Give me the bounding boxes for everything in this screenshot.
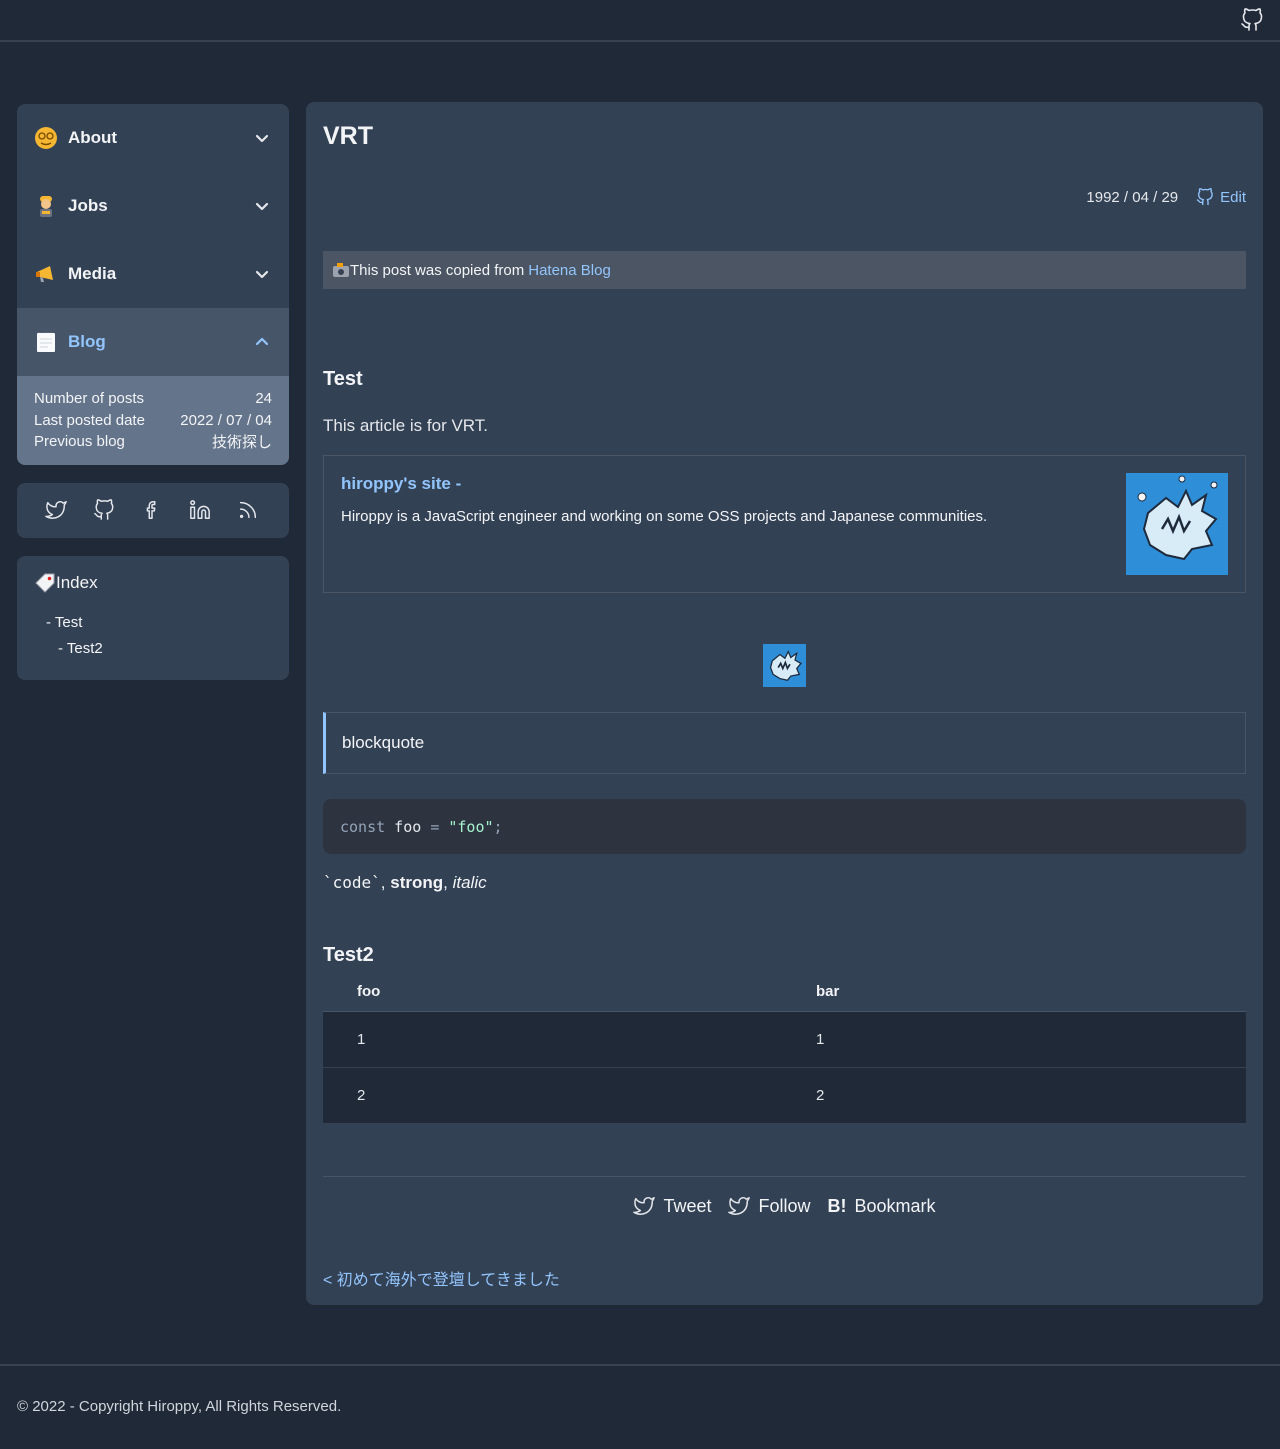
stat-value: 2022 / 07 / 04 <box>180 411 272 429</box>
bookmark-button[interactable]: B! Bookmark <box>828 1195 936 1217</box>
twitter-icon[interactable] <box>45 499 67 521</box>
index-title: Index <box>34 572 272 594</box>
notepad-icon <box>34 330 58 354</box>
hatena-blog-link[interactable]: Hatena Blog <box>528 262 611 279</box>
sidebar: About Jobs Media Blog Number of posts 24 <box>17 104 289 680</box>
strong-text: strong <box>390 873 444 892</box>
table-row: 2 2 <box>323 1068 1246 1124</box>
inline-formatting: `code`, strong, italic <box>323 873 487 893</box>
code-string: "foo" <box>448 817 494 836</box>
heading-test: Test <box>323 368 363 390</box>
link-card-description: Hiroppy is a JavaScript engineer and wor… <box>341 508 988 525</box>
sidebar-item-label: Media <box>68 264 117 283</box>
code-block: const foo = "foo"; <box>323 799 1246 854</box>
article-meta: 1992 / 04 / 29 Edit <box>1086 188 1246 206</box>
copied-notice: This post was copied from Hatena Blog <box>323 251 1246 289</box>
blockquote: blockquote <box>323 712 1246 774</box>
link-card-thumbnail <box>1126 473 1228 575</box>
blog-stats: Number of posts 24 Last posted date 2022 /… <box>17 376 289 465</box>
smiley-icon <box>34 126 58 150</box>
article: VRT 1992 / 04 / 29 Edit This post was co… <box>306 102 1263 1305</box>
article-paragraph: This article is for VRT. <box>323 416 489 435</box>
previous-post-link[interactable]: < 初めて海外で登壇してきました <box>323 1266 560 1290</box>
github-icon[interactable] <box>1240 8 1264 32</box>
divider <box>323 1176 1246 1177</box>
top-bar <box>0 0 1280 42</box>
separator: , <box>443 873 453 892</box>
column-header: foo <box>357 983 381 1000</box>
worker-icon <box>34 194 58 218</box>
table-cell: 1 <box>357 1031 366 1048</box>
separator: , <box>380 873 391 892</box>
index-item-test2[interactable]: - Test2 <box>34 636 272 662</box>
bookmark-label: Bookmark <box>854 1195 936 1216</box>
tweet-label: Tweet <box>663 1195 712 1216</box>
code-keyword: const <box>340 817 386 836</box>
inline-code: `code` <box>323 873 381 892</box>
camera-icon <box>333 263 349 277</box>
notice-text: This post was copied from <box>350 261 525 279</box>
stat-value[interactable]: 技術探し <box>212 431 272 452</box>
twitter-icon <box>728 1197 751 1215</box>
share-buttons: Tweet Follow B! Bookmark <box>306 1195 1263 1217</box>
github-icon <box>1196 188 1213 206</box>
footer-divider <box>0 1364 1280 1366</box>
facebook-icon[interactable] <box>141 499 163 521</box>
stat-label: Previous blog <box>34 433 125 451</box>
table-cell: 2 <box>816 1087 825 1104</box>
link-card-title[interactable]: hiroppy's site - <box>341 474 1228 494</box>
table-header: foo bar <box>323 972 1246 1012</box>
chevron-down-icon <box>255 270 269 279</box>
index-item-test[interactable]: - Test <box>34 610 272 636</box>
chevron-down-icon <box>255 202 269 211</box>
sidebar-item-about[interactable]: About <box>17 104 289 172</box>
twitter-icon <box>633 1197 656 1215</box>
avatar-image <box>763 644 806 687</box>
index-title-text: Index <box>56 572 98 592</box>
megaphone-icon <box>34 262 58 286</box>
label-tag-icon <box>34 572 56 594</box>
tweet-button[interactable]: Tweet <box>633 1195 711 1217</box>
code-semicolon: ; <box>493 817 503 836</box>
stat-row: Number of posts 24 <box>34 388 272 410</box>
italic-text: italic <box>452 873 487 892</box>
stat-label: Last posted date <box>34 411 145 429</box>
table-row: 1 1 <box>323 1012 1246 1068</box>
chevron-up-icon <box>255 337 269 346</box>
edit-link[interactable]: Edit <box>1196 188 1246 206</box>
stat-value: 24 <box>255 390 272 408</box>
rss-icon[interactable] <box>237 499 259 521</box>
chevron-down-icon <box>255 134 269 143</box>
sidebar-item-label: Blog <box>68 332 106 351</box>
code-operator: = <box>430 817 449 836</box>
stat-row: Previous blog 技術探し <box>34 431 272 453</box>
table-cell: 1 <box>816 1031 825 1048</box>
footer-copyright: © 2022 - Copyright Hiroppy, All Rights R… <box>17 1398 342 1415</box>
hatena-bookmark-icon: B! <box>827 1195 847 1216</box>
table-of-contents: Index - Test - Test2 <box>17 555 289 680</box>
stat-row: Last posted date 2022 / 07 / 04 <box>34 410 272 432</box>
code-identifier: foo <box>385 817 431 836</box>
sidebar-item-blog[interactable]: Blog <box>17 308 289 376</box>
sidebar-item-label: About <box>68 128 118 147</box>
post-date: 1992 / 04 / 29 <box>1086 188 1179 206</box>
link-card[interactable]: hiroppy's site - Hiroppy is a JavaScript… <box>323 455 1246 593</box>
follow-button[interactable]: Follow <box>728 1195 811 1217</box>
github-icon[interactable] <box>93 499 115 521</box>
heading-test2: Test2 <box>323 944 374 966</box>
social-links <box>17 482 289 538</box>
sidebar-item-label: Jobs <box>68 196 108 215</box>
column-header: bar <box>816 983 840 1000</box>
table-cell: 2 <box>357 1087 366 1104</box>
edit-label: Edit <box>1220 188 1246 206</box>
sidebar-accordion: About Jobs Media Blog Number of posts 24 <box>17 104 289 465</box>
sidebar-item-media[interactable]: Media <box>17 240 289 308</box>
sidebar-item-jobs[interactable]: Jobs <box>17 172 289 240</box>
data-table: foo bar 1 1 2 2 <box>323 972 1246 1124</box>
follow-label: Follow <box>758 1195 811 1216</box>
linkedin-icon[interactable] <box>189 499 211 521</box>
page-title: VRT <box>323 122 373 150</box>
stat-label: Number of posts <box>34 390 145 408</box>
